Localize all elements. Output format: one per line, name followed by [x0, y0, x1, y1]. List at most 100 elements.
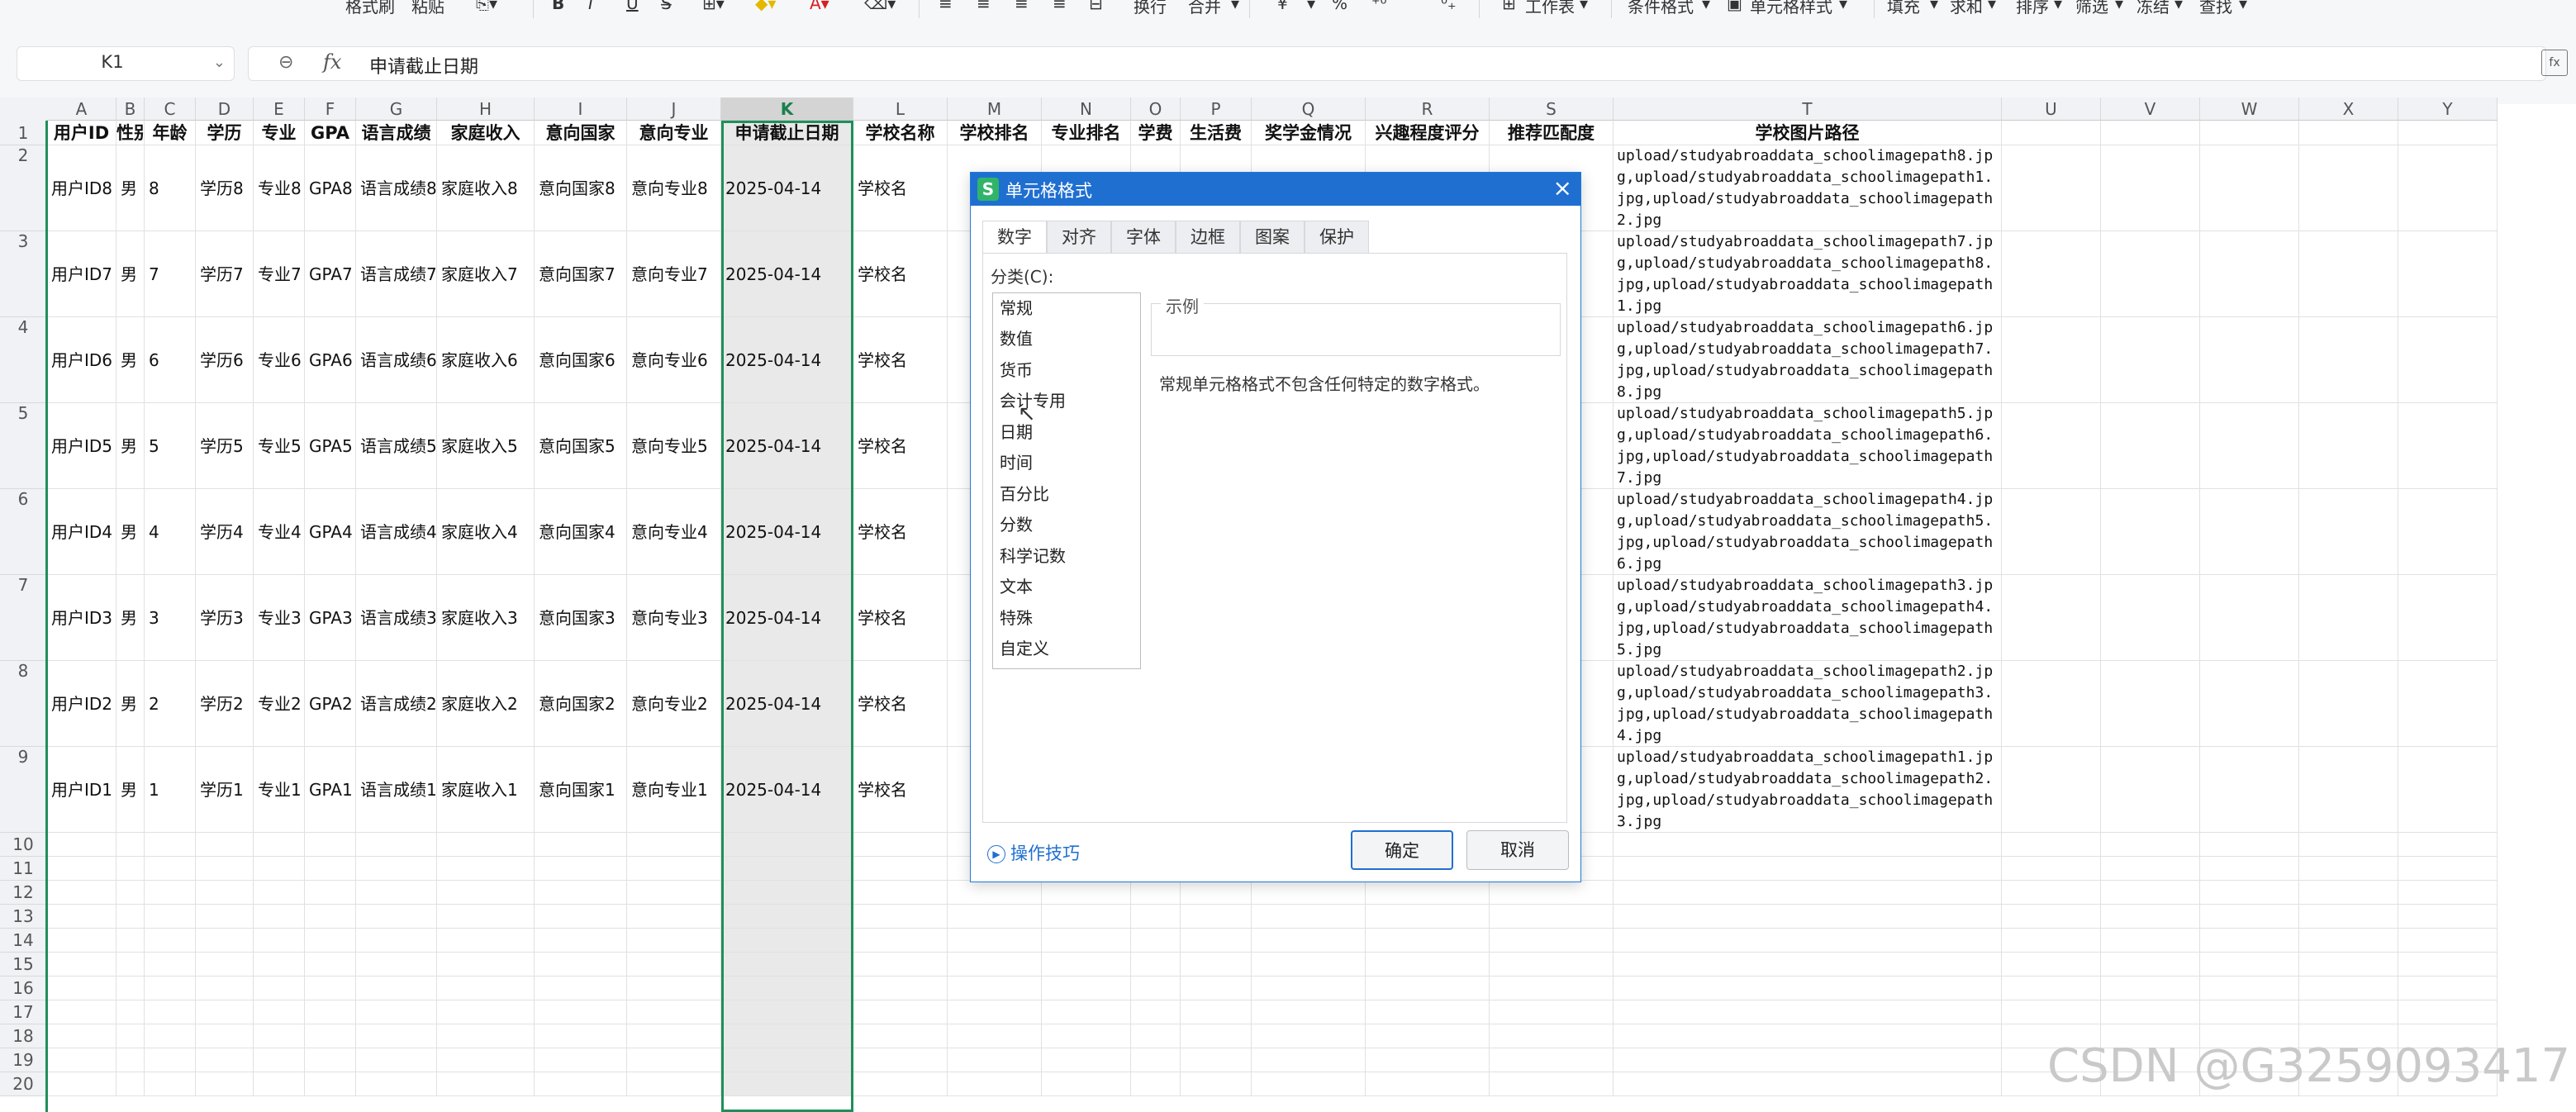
- table-cell[interactable]: [721, 881, 853, 905]
- table-cell[interactable]: 学历2: [196, 661, 254, 747]
- table-cell[interactable]: [1614, 881, 2002, 905]
- table-cell[interactable]: [2299, 145, 2398, 231]
- table-cell[interactable]: 2025-04-14: [721, 575, 853, 661]
- column-header-i[interactable]: I: [535, 97, 627, 121]
- header-cell[interactable]: GPA: [305, 121, 356, 145]
- table-cell[interactable]: [2398, 977, 2498, 1000]
- table-cell[interactable]: [2002, 833, 2101, 857]
- table-cell[interactable]: [2299, 833, 2398, 857]
- table-cell[interactable]: [2101, 953, 2200, 977]
- table-cell[interactable]: [2200, 1000, 2299, 1024]
- row-header[interactable]: 9: [0, 747, 47, 833]
- chevron-down-icon[interactable]: ▾: [2239, 0, 2247, 18]
- table-cell[interactable]: [47, 929, 116, 953]
- underline-icon[interactable]: U: [626, 0, 639, 18]
- table-cell[interactable]: [1614, 1072, 2002, 1096]
- table-cell[interactable]: [2101, 881, 2200, 905]
- chevron-down-icon[interactable]: ▾: [1307, 0, 1315, 18]
- table-cell[interactable]: [535, 977, 627, 1000]
- table-cell[interactable]: [305, 857, 356, 881]
- table-cell[interactable]: [853, 1000, 948, 1024]
- row-header[interactable]: 16: [0, 977, 47, 1000]
- table-cell[interactable]: [2002, 575, 2101, 661]
- table-cell[interactable]: [1181, 953, 1252, 977]
- table-cell[interactable]: 学校名: [853, 317, 948, 403]
- table-cell[interactable]: 意向国家7: [535, 231, 627, 317]
- table-cell[interactable]: [535, 881, 627, 905]
- table-cell[interactable]: 家庭收入3: [437, 575, 535, 661]
- column-header-j[interactable]: J: [627, 97, 721, 121]
- table-cell[interactable]: 语言成绩7: [356, 231, 437, 317]
- table-cell[interactable]: [853, 881, 948, 905]
- tab-alignment[interactable]: 对齐: [1047, 221, 1111, 254]
- table-cell[interactable]: [116, 1048, 145, 1072]
- table-cell[interactable]: 学历7: [196, 231, 254, 317]
- table-cell[interactable]: [1181, 1000, 1252, 1024]
- table-cell[interactable]: [1366, 953, 1490, 977]
- dialog-title-bar[interactable]: S 单元格格式 ×: [971, 173, 1580, 206]
- table-cell[interactable]: [145, 1048, 196, 1072]
- ribbon-merge[interactable]: 合并: [1188, 0, 1221, 18]
- column-header-d[interactable]: D: [196, 97, 254, 121]
- table-cell[interactable]: [1490, 929, 1614, 953]
- table-cell[interactable]: [535, 1048, 627, 1072]
- close-icon[interactable]: ×: [1553, 174, 1572, 202]
- table-cell[interactable]: [437, 1024, 535, 1048]
- table-cell[interactable]: [2299, 905, 2398, 929]
- ribbon-percent[interactable]: %: [1332, 0, 1347, 18]
- table-cell[interactable]: 4: [145, 489, 196, 575]
- table-cell[interactable]: [2200, 145, 2299, 231]
- table-cell[interactable]: [2101, 905, 2200, 929]
- column-header-k[interactable]: K: [721, 97, 853, 121]
- clear-format-icon[interactable]: ⌫▾: [864, 0, 896, 18]
- table-cell[interactable]: [853, 833, 948, 857]
- table-cell[interactable]: GPA7: [305, 231, 356, 317]
- table-cell[interactable]: [721, 1048, 853, 1072]
- table-cell[interactable]: [1366, 977, 1490, 1000]
- table-cell[interactable]: [2101, 403, 2200, 489]
- table-cell[interactable]: [2002, 857, 2101, 881]
- table-cell[interactable]: [437, 881, 535, 905]
- table-cell[interactable]: [853, 1072, 948, 1096]
- table-cell[interactable]: [196, 1048, 254, 1072]
- table-cell[interactable]: [2002, 1000, 2101, 1024]
- table-cell[interactable]: upload/studyabroaddata_schoolimagepath2.…: [1614, 661, 2002, 747]
- table-cell[interactable]: [721, 929, 853, 953]
- table-cell[interactable]: 学历3: [196, 575, 254, 661]
- table-cell[interactable]: 学历5: [196, 403, 254, 489]
- table-cell[interactable]: [721, 977, 853, 1000]
- table-cell[interactable]: 意向国家5: [535, 403, 627, 489]
- table-cell[interactable]: 学历4: [196, 489, 254, 575]
- ribbon-wrap-text[interactable]: 换行: [1134, 0, 1167, 18]
- category-list[interactable]: 常规 数值 货币 会计专用 日期 时间 百分比 分数 科学记数 文本 特殊 自定…: [992, 292, 1141, 669]
- row-header[interactable]: 7: [0, 575, 47, 661]
- header-cell[interactable]: 专业: [254, 121, 305, 145]
- table-cell[interactable]: 家庭收入4: [437, 489, 535, 575]
- table-cell[interactable]: 专业6: [254, 317, 305, 403]
- table-cell[interactable]: [721, 1000, 853, 1024]
- ribbon-paste[interactable]: 粘贴: [411, 0, 444, 18]
- table-cell[interactable]: [305, 1000, 356, 1024]
- header-cell[interactable]: 学费: [1131, 121, 1181, 145]
- table-cell[interactable]: [1181, 905, 1252, 929]
- strikethrough-icon[interactable]: S̶: [661, 0, 672, 18]
- table-cell[interactable]: 2025-04-14: [721, 317, 853, 403]
- table-cell[interactable]: [1042, 1048, 1131, 1072]
- table-cell[interactable]: [1490, 905, 1614, 929]
- table-cell[interactable]: [627, 953, 721, 977]
- table-cell[interactable]: 2025-04-14: [721, 231, 853, 317]
- table-cell[interactable]: [196, 1024, 254, 1048]
- bold-icon[interactable]: B: [552, 0, 564, 18]
- table-cell[interactable]: 专业1: [254, 747, 305, 833]
- table-cell[interactable]: 意向专业5: [627, 403, 721, 489]
- table-cell[interactable]: 用户ID4: [47, 489, 116, 575]
- table-cell[interactable]: [1181, 977, 1252, 1000]
- table-cell[interactable]: [145, 929, 196, 953]
- chevron-down-icon[interactable]: ▾: [1988, 0, 1996, 18]
- table-cell[interactable]: [1181, 929, 1252, 953]
- table-cell[interactable]: [1042, 1024, 1131, 1048]
- table-cell[interactable]: GPA1: [305, 747, 356, 833]
- table-cell[interactable]: 男: [116, 145, 145, 231]
- table-cell[interactable]: [948, 977, 1042, 1000]
- category-item[interactable]: 百分比: [1000, 479, 1132, 509]
